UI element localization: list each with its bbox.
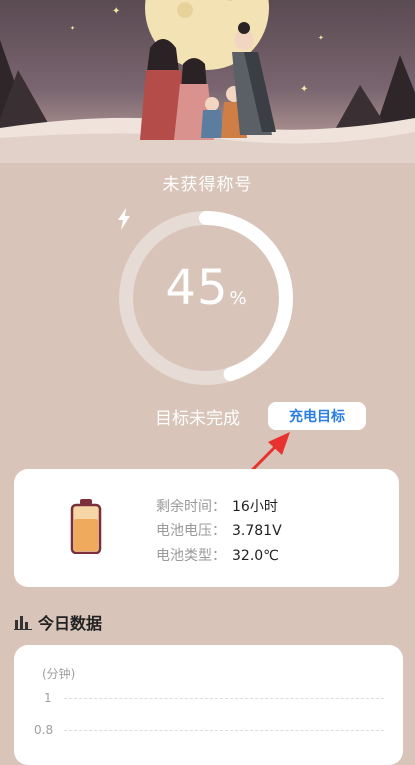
lightning-icon — [118, 208, 130, 230]
goal-status: 目标未完成 — [155, 409, 240, 429]
today-chart-card: (分钟) 1 0.8 — [14, 645, 403, 765]
progress-percentage: 45% — [116, 260, 296, 316]
svg-text:✦: ✦ — [300, 84, 308, 95]
y-tick-label: 0.8 — [34, 723, 54, 737]
grid-line — [64, 698, 384, 699]
chart-unit-label: (分钟) — [42, 667, 76, 681]
progress-value: 45 — [165, 260, 229, 316]
battery-voltage-value: 3.781V — [232, 523, 282, 539]
grid-line — [64, 730, 384, 731]
battery-info-card: 剩余时间： 16小时 电池电压： 3.781V 电池类型： 32.0℃ — [14, 469, 399, 587]
svg-text:✦: ✦ — [112, 6, 120, 17]
battery-type-row: 电池类型： 32.0℃ — [156, 545, 279, 565]
today-data-title: 今日数据 — [38, 614, 103, 633]
svg-text:✦: ✦ — [318, 34, 324, 42]
progress-ring: 45% — [116, 208, 296, 388]
percent-sign: % — [229, 288, 247, 309]
y-tick-label: 1 — [44, 691, 52, 705]
remaining-time-row: 剩余时间： 16小时 — [156, 496, 278, 516]
battery-voltage-row: 电池电压： 3.781V — [156, 520, 282, 540]
header-illustration: ✦ ✦ ✦ ✦ — [0, 0, 415, 163]
battery-icon — [70, 499, 102, 554]
bar-chart-icon — [14, 616, 32, 630]
page-title: 未获得称号 — [162, 175, 253, 195]
remaining-time-label: 剩余时间： — [156, 499, 226, 515]
svg-text:✦: ✦ — [70, 25, 75, 32]
today-data-header: 今日数据 — [14, 610, 102, 634]
charge-goal-button[interactable]: 充电目标 — [268, 402, 366, 430]
remaining-time-value: 16小时 — [232, 499, 278, 515]
battery-type-label: 电池类型： — [156, 548, 226, 564]
battery-voltage-label: 电池电压： — [156, 523, 226, 539]
battery-type-value: 32.0℃ — [232, 548, 279, 564]
